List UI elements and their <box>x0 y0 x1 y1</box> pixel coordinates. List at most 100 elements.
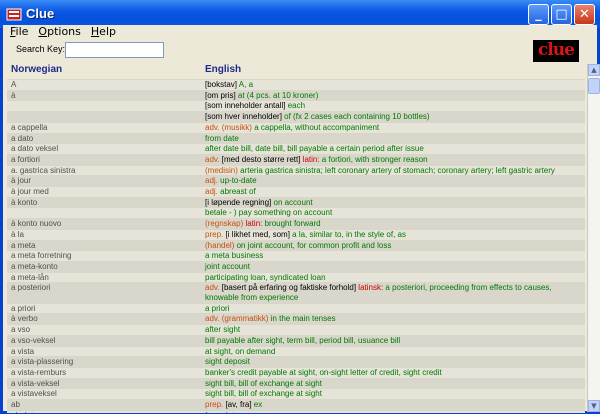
menu-file[interactable]: File <box>7 25 31 39</box>
translation-segment: at sight, on demand <box>205 346 276 356</box>
title-bar[interactable]: Clue _ □ ✕ <box>0 0 600 28</box>
norwegian-term: à konto <box>11 197 38 207</box>
english-translation: from date <box>205 411 585 413</box>
translation-segment: a priori <box>205 303 230 313</box>
list-item[interactable]: a priori a priori <box>7 302 585 314</box>
list-item[interactable]: [som hver inneholder] of (fx 2 cases eac… <box>7 111 585 122</box>
norwegian-term: a meta <box>11 240 36 250</box>
translation-segment: adv. (grammatikk) <box>205 314 269 324</box>
list-item[interactable]: a. gastrica sinistra (medisin) arteria ga… <box>7 164 585 176</box>
translation-segment: [med desto større rett] <box>219 154 301 164</box>
english-translation: after sight <box>205 325 585 335</box>
english-translation: [i løpende regning] on account <box>205 198 585 208</box>
english-translation: at sight, on demand <box>205 347 585 357</box>
list-item[interactable]: A [bokstav] A, a <box>7 79 585 90</box>
list-item[interactable]: à la prep. [i likhet med, som] a la, simi… <box>7 228 585 240</box>
norwegian-term: a vistaveksel <box>11 389 57 399</box>
list-item[interactable]: a meta-lån participating loan, syndicated… <box>7 271 585 283</box>
menu-help[interactable]: Help <box>88 25 119 39</box>
translation-segment: of (fx 2 cases each containing 10 bottle… <box>281 112 430 122</box>
column-header-english[interactable]: English <box>205 64 241 75</box>
scroll-up-icon[interactable]: ▲ <box>588 64 600 76</box>
maximize-button[interactable]: □ <box>551 4 572 25</box>
english-translation: adv. [med desto større rett] latin: a fo… <box>205 155 585 165</box>
english-translation: banker's credit payable at sight, on-sig… <box>205 368 585 378</box>
list-item[interactable]: a meta forretning a meta business <box>7 250 585 261</box>
translation-segment: [som inneholder antall] <box>205 101 286 111</box>
list-item[interactable]: ab dato from date <box>7 409 585 413</box>
list-item[interactable]: à jour adj. up-to-date <box>7 175 585 187</box>
translation-segment: [bokstav] <box>205 80 238 89</box>
scroll-thumb[interactable] <box>588 78 600 94</box>
list-item[interactable]: à konto [i løpende regning] on account <box>7 196 585 208</box>
results-list[interactable]: A [bokstav] A, a à [om pris] at (4 pcs. at … <box>7 79 585 413</box>
list-item[interactable]: a dato veksel after date bill, date bill,… <box>7 143 585 154</box>
vertical-scrollbar[interactable]: ▲ ▼ <box>587 64 600 412</box>
list-item[interactable]: à jour med adj. abreast of <box>7 186 585 197</box>
list-item[interactable]: betale - ) pay something on account <box>7 207 585 219</box>
scroll-down-icon[interactable]: ▼ <box>588 400 600 412</box>
list-item[interactable]: a fortiori adv. [med desto større rett] l… <box>7 153 585 165</box>
app-window: Clue _ □ ✕ File Options Help Search Key: c… <box>0 0 600 414</box>
list-item[interactable]: [som inneholder antall] each <box>7 100 585 112</box>
list-item[interactable]: a cappella adv. (musikk) a cappella, with… <box>7 121 585 133</box>
norwegian-term: a cappella <box>11 122 48 132</box>
translation-segment: each <box>285 101 306 111</box>
translation-segment: on joint account, for common profit and … <box>234 240 392 250</box>
translation-segment: in the main tenses <box>268 314 336 324</box>
list-item[interactable]: a vista-plassering sight deposit <box>7 356 585 367</box>
close-icon: ✕ <box>579 7 590 22</box>
list-item[interactable]: a meta (handel) on joint account, for com… <box>7 239 585 251</box>
search-input[interactable] <box>65 42 164 58</box>
translation-segment: [om pris] <box>205 90 236 100</box>
column-header-norwegian[interactable]: Norwegian <box>11 64 62 75</box>
list-item[interactable]: a vso after sight <box>7 324 585 335</box>
list-item[interactable]: à verbo adv. (grammatikk) in the main ten… <box>7 313 585 325</box>
list-item[interactable]: a dato from date <box>7 132 585 144</box>
norwegian-term: à jour <box>11 176 32 186</box>
translation-segment: a la, similar to, in the style of, as <box>289 229 406 239</box>
translation-segment: participating loan, syndicated loan <box>205 272 326 282</box>
norwegian-term: a meta-konto <box>11 261 58 271</box>
english-translation: sight deposit <box>205 357 585 367</box>
list-item[interactable]: a vso-veksel bill payable after sight, te… <box>7 334 585 346</box>
translation-segment: at (4 pcs. at 10 kroner) <box>235 90 319 100</box>
translation-segment: [som hver inneholder] <box>205 112 282 122</box>
translation-segment: (handel) <box>205 240 235 250</box>
translation-segment: sight bill, bill of exchange at sight <box>205 389 322 399</box>
translation-segment: on account <box>271 197 313 207</box>
menu-options[interactable]: Options <box>35 25 83 39</box>
list-item[interactable]: a posteriori adv. [basert på erfaring og … <box>7 282 585 303</box>
list-item[interactable]: a meta-konto joint account <box>7 260 585 272</box>
translation-segment: A, a <box>237 80 254 89</box>
list-item[interactable]: a vista-veksel sight bill, bill of exchan… <box>7 377 585 389</box>
english-translation: prep. [av, fra] ex <box>205 400 585 410</box>
norwegian-term: à konto nuovo <box>11 219 62 229</box>
list-item[interactable]: à konto nuovo (regnskap) latin: brought f… <box>7 218 585 229</box>
english-translation: adj. abreast of <box>205 187 585 197</box>
list-item[interactable]: à [om pris] at (4 pcs. at 10 kroner) <box>7 89 585 101</box>
english-translation: [bokstav] A, a <box>205 80 585 90</box>
book-icon <box>6 8 22 21</box>
translation-segment: adj. <box>205 187 218 197</box>
norwegian-term: A <box>11 80 17 89</box>
translation-segment: prep. <box>205 229 224 239</box>
english-translation: a meta business <box>205 251 585 261</box>
norwegian-term: à verbo <box>11 314 38 324</box>
list-item[interactable]: a vistaveksel sight bill, bill of exchang… <box>7 388 585 400</box>
english-translation: bill payable after sight, term bill, per… <box>205 336 585 346</box>
minimize-button[interactable]: _ <box>528 4 549 25</box>
english-translation: [som hver inneholder] of (fx 2 cases eac… <box>205 112 585 122</box>
list-item[interactable]: a vista-remburs banker's credit payable a… <box>7 366 585 378</box>
close-button[interactable]: ✕ <box>574 4 595 25</box>
translation-segment: up-to-date <box>217 176 257 186</box>
translation-segment: a cappella, without accompaniment <box>251 122 380 132</box>
translation-segment: [i løpende regning] <box>205 197 272 207</box>
english-translation: (handel) on joint account, for common pr… <box>205 241 585 251</box>
translation-segment: sight deposit <box>205 357 250 367</box>
list-item[interactable]: a vista at sight, on demand <box>7 345 585 357</box>
norwegian-term: a vista-plassering <box>11 357 74 367</box>
english-translation: betale - ) pay something on account <box>205 208 585 218</box>
list-item[interactable]: ab prep. [av, fra] ex <box>7 399 585 410</box>
translation-segment: after sight <box>205 325 241 335</box>
